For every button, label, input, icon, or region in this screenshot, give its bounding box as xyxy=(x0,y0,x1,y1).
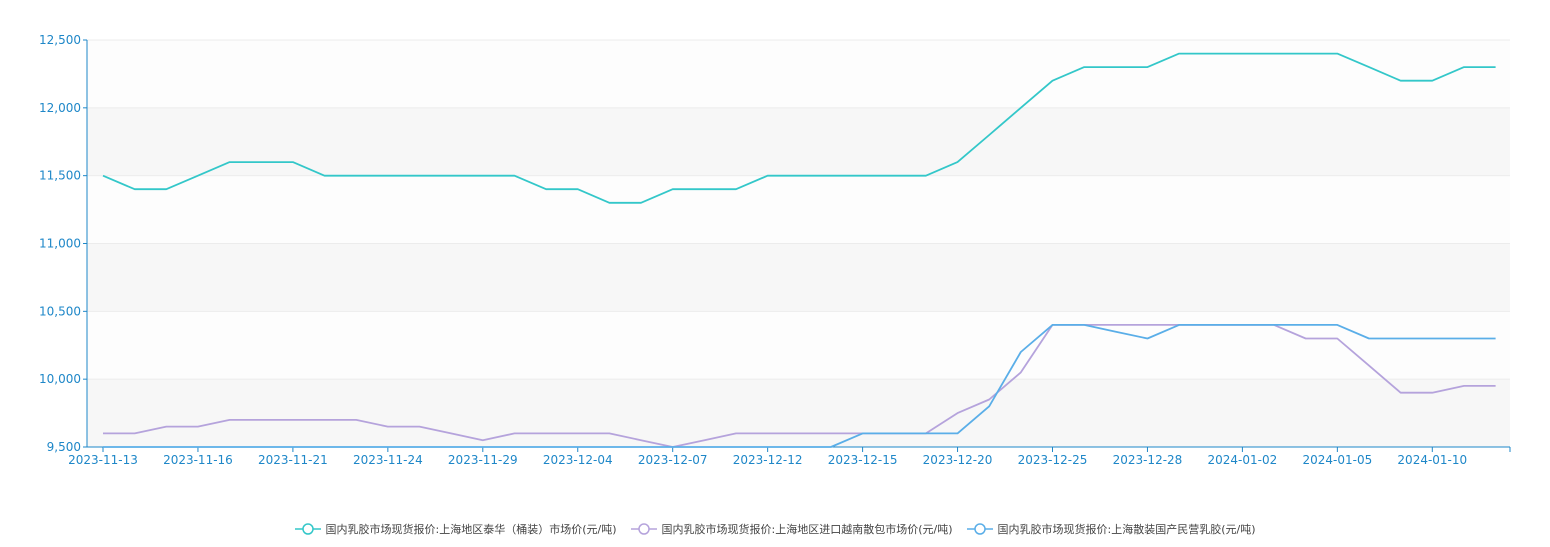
y-tick-label: 12,000 xyxy=(39,101,81,115)
x-tick-label: 2023-12-25 xyxy=(1018,453,1088,467)
x-tick-label: 2023-11-24 xyxy=(353,453,423,467)
x-tick-label: 2023-12-04 xyxy=(543,453,613,467)
y-tick-label: 10,500 xyxy=(39,304,81,318)
x-tick-label: 2024-01-05 xyxy=(1302,453,1372,467)
y-tick-label: 11,500 xyxy=(39,169,81,183)
grid-band xyxy=(87,379,1510,447)
legend: 国内乳胶市场现货报价:上海地区泰华（桶装）市场价(元/吨) 国内乳胶市场现货报价… xyxy=(0,518,1550,540)
grid-band xyxy=(87,311,1510,380)
line-chart: 9,500 10,000 10,500 11,000 11,500 12,000 12,50… xyxy=(39,33,1511,467)
x-tick-label: 2023-12-07 xyxy=(638,453,708,467)
y-tick-label: 9,500 xyxy=(47,440,81,454)
grid-band xyxy=(87,175,1510,244)
x-tick-label: 2023-11-16 xyxy=(163,453,233,467)
legend-item-vietnam[interactable]: 国内乳胶市场现货报价:上海地区进口越南散包市场价(元/吨) xyxy=(630,521,953,537)
legend-label: 国内乳胶市场现货报价:上海散装国产民营乳胶(元/吨) xyxy=(997,523,1256,536)
legend-item-taihua[interactable]: 国内乳胶市场现货报价:上海地区泰华（桶装）市场价(元/吨) xyxy=(294,521,617,537)
y-tick-label: 11,000 xyxy=(39,237,81,251)
grid-band xyxy=(87,243,1510,312)
x-tick-label: 2023-12-15 xyxy=(828,453,898,467)
x-tick-label: 2023-12-12 xyxy=(733,453,803,467)
y-tick-label: 12,500 xyxy=(39,33,81,47)
x-tick-label: 2024-01-02 xyxy=(1208,453,1278,467)
grid-band xyxy=(87,40,1510,108)
x-tick-label: 2023-11-13 xyxy=(68,453,138,467)
chart-container: 9,500 10,000 10,500 11,000 11,500 12,000 12,50… xyxy=(0,0,1550,547)
legend-item-domestic[interactable]: 国内乳胶市场现货报价:上海散装国产民营乳胶(元/吨) xyxy=(966,521,1256,537)
legend-label: 国内乳胶市场现货报价:上海地区进口越南散包市场价(元/吨) xyxy=(661,523,953,536)
legend-line-icon xyxy=(630,523,657,535)
x-tick-label: 2023-11-29 xyxy=(448,453,518,467)
legend-line-icon xyxy=(966,523,993,535)
legend-label: 国内乳胶市场现货报价:上海地区泰华（桶装）市场价(元/吨) xyxy=(325,523,617,536)
x-tick-label: 2023-12-20 xyxy=(923,453,993,467)
x-tick-label: 2023-12-28 xyxy=(1113,453,1183,467)
x-tick-label: 2023-11-21 xyxy=(258,453,328,467)
legend-line-icon xyxy=(294,523,321,535)
y-tick-label: 10,000 xyxy=(39,372,81,386)
x-tick-label: 2024-01-10 xyxy=(1397,453,1467,467)
